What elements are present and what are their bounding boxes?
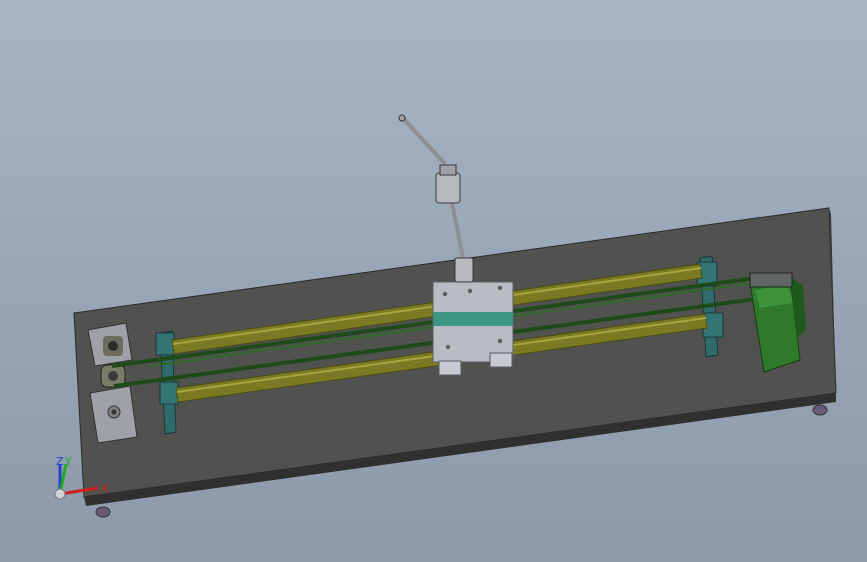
slider-carriage[interactable] — [432, 281, 514, 376]
coordinate-triad: Z Y X — [54, 455, 109, 500]
foot-right — [812, 404, 828, 416]
sensor-arm[interactable] — [398, 114, 474, 283]
cad-viewport[interactable]: Z Y X — [0, 0, 867, 562]
assembly-model[interactable] — [0, 0, 867, 562]
triad-y-label: Y — [64, 455, 72, 468]
bearing-block-lower[interactable] — [89, 385, 138, 444]
bearing-block-upper[interactable] — [87, 322, 133, 367]
triad-x-label: X — [101, 482, 109, 495]
triad-z-label: Z — [56, 455, 64, 468]
triad-x-axis — [59, 486, 99, 496]
